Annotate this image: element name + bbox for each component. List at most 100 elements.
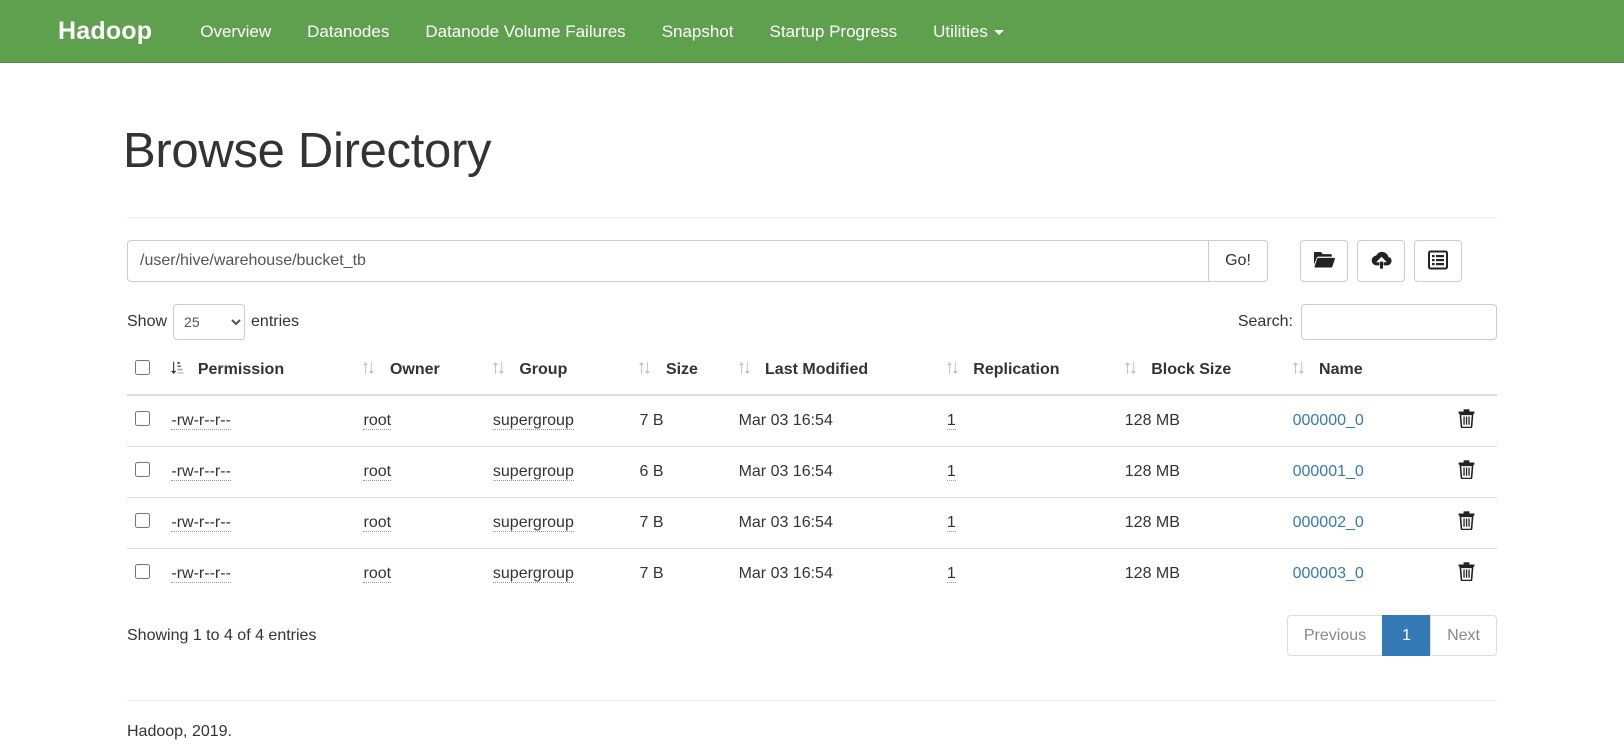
replication-value[interactable]: 1 bbox=[946, 412, 956, 430]
column-header-owner[interactable]: Owner bbox=[355, 350, 485, 396]
path-bar: Go! bbox=[127, 240, 1497, 282]
trash-icon bbox=[1458, 511, 1475, 533]
sort-both-icon bbox=[363, 361, 377, 380]
sort-both-icon bbox=[1292, 361, 1307, 380]
nav-item-utilities-label: Utilities bbox=[933, 21, 988, 41]
cell-block-size: 128 MB bbox=[1116, 548, 1285, 599]
cloud-upload-icon bbox=[1370, 250, 1393, 273]
column-header-group[interactable]: Group bbox=[484, 350, 632, 396]
sort-both-icon bbox=[946, 361, 961, 380]
sort-both-icon bbox=[492, 361, 507, 380]
delete-file-button[interactable] bbox=[1458, 460, 1475, 480]
chevron-down-icon bbox=[993, 29, 1004, 35]
owner-value[interactable]: root bbox=[363, 514, 392, 532]
row-checkbox[interactable] bbox=[135, 411, 150, 426]
page-container: Browse Directory Go! bbox=[112, 123, 1512, 741]
nav-item-overview[interactable]: Overview bbox=[182, 0, 289, 63]
select-all-checkbox[interactable] bbox=[135, 360, 150, 375]
file-name-link[interactable]: 000002_0 bbox=[1293, 514, 1364, 531]
table-tools: Show 25 50 100 entries Search: bbox=[127, 304, 1497, 340]
table-header-row: Permission Owner Group Size Last Modifie… bbox=[127, 350, 1497, 396]
cell-block-size: 128 MB bbox=[1116, 497, 1285, 549]
nav-item-snapshot[interactable]: Snapshot bbox=[644, 0, 752, 63]
go-button[interactable]: Go! bbox=[1208, 240, 1268, 282]
cell-replication: 1 bbox=[938, 497, 1117, 549]
replication-value[interactable]: 1 bbox=[946, 565, 956, 583]
path-input[interactable] bbox=[127, 240, 1208, 282]
top-navbar: Hadoop Overview Datanodes Datanode Volum… bbox=[0, 0, 1624, 63]
table-row: -rw-r--r-- root supergroup 7 B Mar 03 16… bbox=[127, 395, 1497, 447]
cell-size: 7 B bbox=[639, 412, 664, 429]
cell-replication: 1 bbox=[939, 395, 1117, 447]
permission-value[interactable]: -rw-r--r-- bbox=[171, 463, 231, 481]
row-select-cell[interactable] bbox=[127, 395, 163, 447]
replication-value[interactable]: 1 bbox=[946, 514, 956, 532]
owner-value[interactable]: root bbox=[363, 565, 392, 583]
file-name-link[interactable]: 000003_0 bbox=[1293, 565, 1364, 582]
delete-file-button[interactable] bbox=[1458, 562, 1475, 584]
column-header-group-label: Group bbox=[519, 361, 568, 378]
path-action-buttons bbox=[1300, 240, 1462, 282]
table-footer: Showing 1 to 4 of 4 entries Previous 1 N… bbox=[127, 615, 1497, 656]
pagination-previous-button[interactable]: Previous bbox=[1286, 615, 1383, 656]
column-header-select-all[interactable] bbox=[127, 350, 164, 396]
cell-group: supergroup bbox=[485, 395, 632, 447]
row-checkbox[interactable] bbox=[135, 513, 150, 528]
column-header-last-modified[interactable]: Last Modified bbox=[730, 350, 939, 396]
row-select-cell[interactable] bbox=[127, 497, 164, 549]
column-header-block-size-label: Block Size bbox=[1151, 361, 1232, 378]
nav-item-datanodes[interactable]: Datanodes bbox=[289, 0, 407, 63]
cell-delete bbox=[1436, 446, 1497, 498]
search-label: Search: bbox=[1237, 313, 1293, 330]
file-name-link[interactable]: 000000_0 bbox=[1293, 412, 1364, 429]
cell-delete bbox=[1436, 395, 1497, 447]
cell-delete bbox=[1436, 497, 1497, 549]
trash-icon bbox=[1458, 562, 1475, 584]
cell-group: supergroup bbox=[484, 497, 632, 549]
nav-item-datanode-volume-failures[interactable]: Datanode Volume Failures bbox=[407, 0, 643, 63]
group-value[interactable]: supergroup bbox=[492, 565, 574, 583]
brand-hadoop[interactable]: Hadoop bbox=[58, 17, 152, 46]
pagination-next-button[interactable]: Next bbox=[1430, 615, 1497, 656]
delete-file-button[interactable] bbox=[1458, 511, 1475, 533]
page-length-select[interactable]: 25 50 100 bbox=[173, 304, 246, 340]
nav-item-utilities[interactable]: Utilities bbox=[915, 0, 1022, 63]
column-header-replication[interactable]: Replication bbox=[938, 350, 1117, 396]
column-header-replication-label: Replication bbox=[973, 361, 1060, 378]
cell-delete bbox=[1436, 548, 1497, 599]
owner-value[interactable]: root bbox=[363, 463, 392, 481]
group-value[interactable]: supergroup bbox=[492, 463, 574, 481]
cell-block-size: 128 MB bbox=[1116, 446, 1285, 498]
column-header-permission[interactable]: Permission bbox=[163, 350, 356, 396]
column-header-size[interactable]: Size bbox=[631, 350, 731, 396]
create-directory-button[interactable] bbox=[1300, 240, 1348, 282]
trash-icon bbox=[1458, 409, 1475, 431]
column-header-block-size[interactable]: Block Size bbox=[1116, 350, 1285, 396]
cell-owner: root bbox=[355, 548, 485, 599]
group-value[interactable]: supergroup bbox=[492, 412, 574, 430]
nav-item-startup-progress[interactable]: Startup Progress bbox=[752, 0, 916, 63]
search-input[interactable] bbox=[1301, 304, 1497, 340]
upload-files-button[interactable] bbox=[1357, 240, 1405, 282]
page-length-control: Show 25 50 100 entries bbox=[127, 304, 299, 340]
replication-value[interactable]: 1 bbox=[946, 463, 956, 481]
list-alt-icon bbox=[1428, 250, 1448, 273]
pagination-page-1-button[interactable]: 1 bbox=[1382, 615, 1431, 656]
cell-name: 000002_0 bbox=[1284, 497, 1437, 549]
row-checkbox[interactable] bbox=[135, 564, 150, 579]
row-checkbox[interactable] bbox=[135, 462, 150, 477]
permission-value[interactable]: -rw-r--r-- bbox=[171, 412, 231, 430]
row-select-cell[interactable] bbox=[127, 446, 164, 498]
group-value[interactable]: supergroup bbox=[492, 514, 574, 532]
delete-file-button[interactable] bbox=[1458, 409, 1475, 431]
column-header-name[interactable]: Name bbox=[1284, 350, 1437, 396]
cut-high-availability-button[interactable] bbox=[1414, 240, 1462, 282]
owner-value[interactable]: root bbox=[363, 412, 392, 430]
cell-permission: -rw-r--r-- bbox=[163, 497, 356, 549]
permission-value[interactable]: -rw-r--r-- bbox=[171, 514, 231, 532]
row-select-cell[interactable] bbox=[127, 548, 164, 599]
permission-value[interactable]: -rw-r--r-- bbox=[171, 565, 231, 583]
cell-size: 6 B bbox=[631, 446, 731, 498]
file-listing-table: Permission Owner Group Size Last Modifie… bbox=[127, 350, 1497, 599]
file-name-link[interactable]: 000001_0 bbox=[1293, 463, 1364, 480]
